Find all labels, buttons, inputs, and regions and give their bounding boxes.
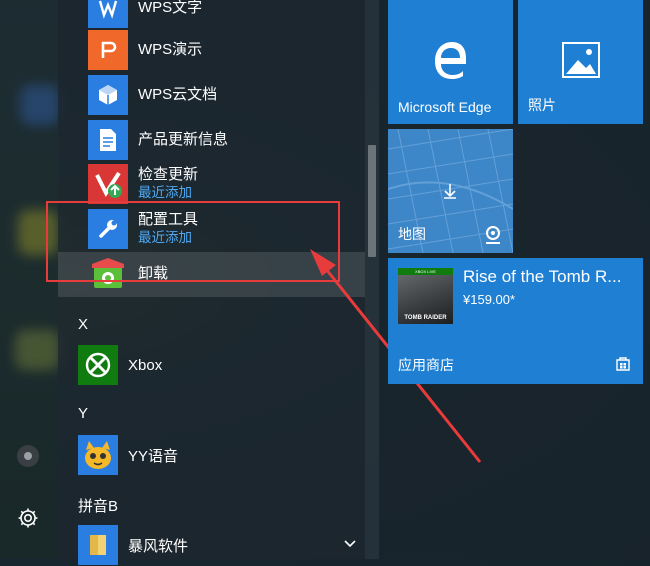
download-icon	[441, 182, 459, 205]
tile-microsoft-edge[interactable]: Microsoft Edge	[388, 0, 513, 124]
cover-title-label: TOMB RAIDER	[404, 315, 447, 321]
tile-label: Microsoft Edge	[398, 99, 492, 115]
tile-label: 照片	[528, 97, 556, 113]
tile-maps[interactable]: 地图	[388, 129, 513, 253]
photos-icon	[562, 42, 600, 83]
tile-label: 地图	[398, 226, 426, 242]
cover-top-label: XBOX LIVE	[398, 268, 453, 275]
tile-label: 应用商店	[398, 357, 454, 373]
store-game-title: Rise of the Tomb R...	[463, 267, 622, 286]
store-game-price: ¥159.00*	[463, 292, 516, 307]
game-cover-image: XBOX LIVE TOMB RAIDER	[398, 268, 453, 324]
edge-icon	[430, 40, 470, 85]
store-bag-icon	[615, 355, 631, 376]
tile-store[interactable]: XBOX LIVE TOMB RAIDER Rise of the Tomb R…	[388, 258, 643, 384]
location-pin-icon	[483, 225, 503, 250]
tile-photos[interactable]: 照片	[518, 0, 643, 124]
